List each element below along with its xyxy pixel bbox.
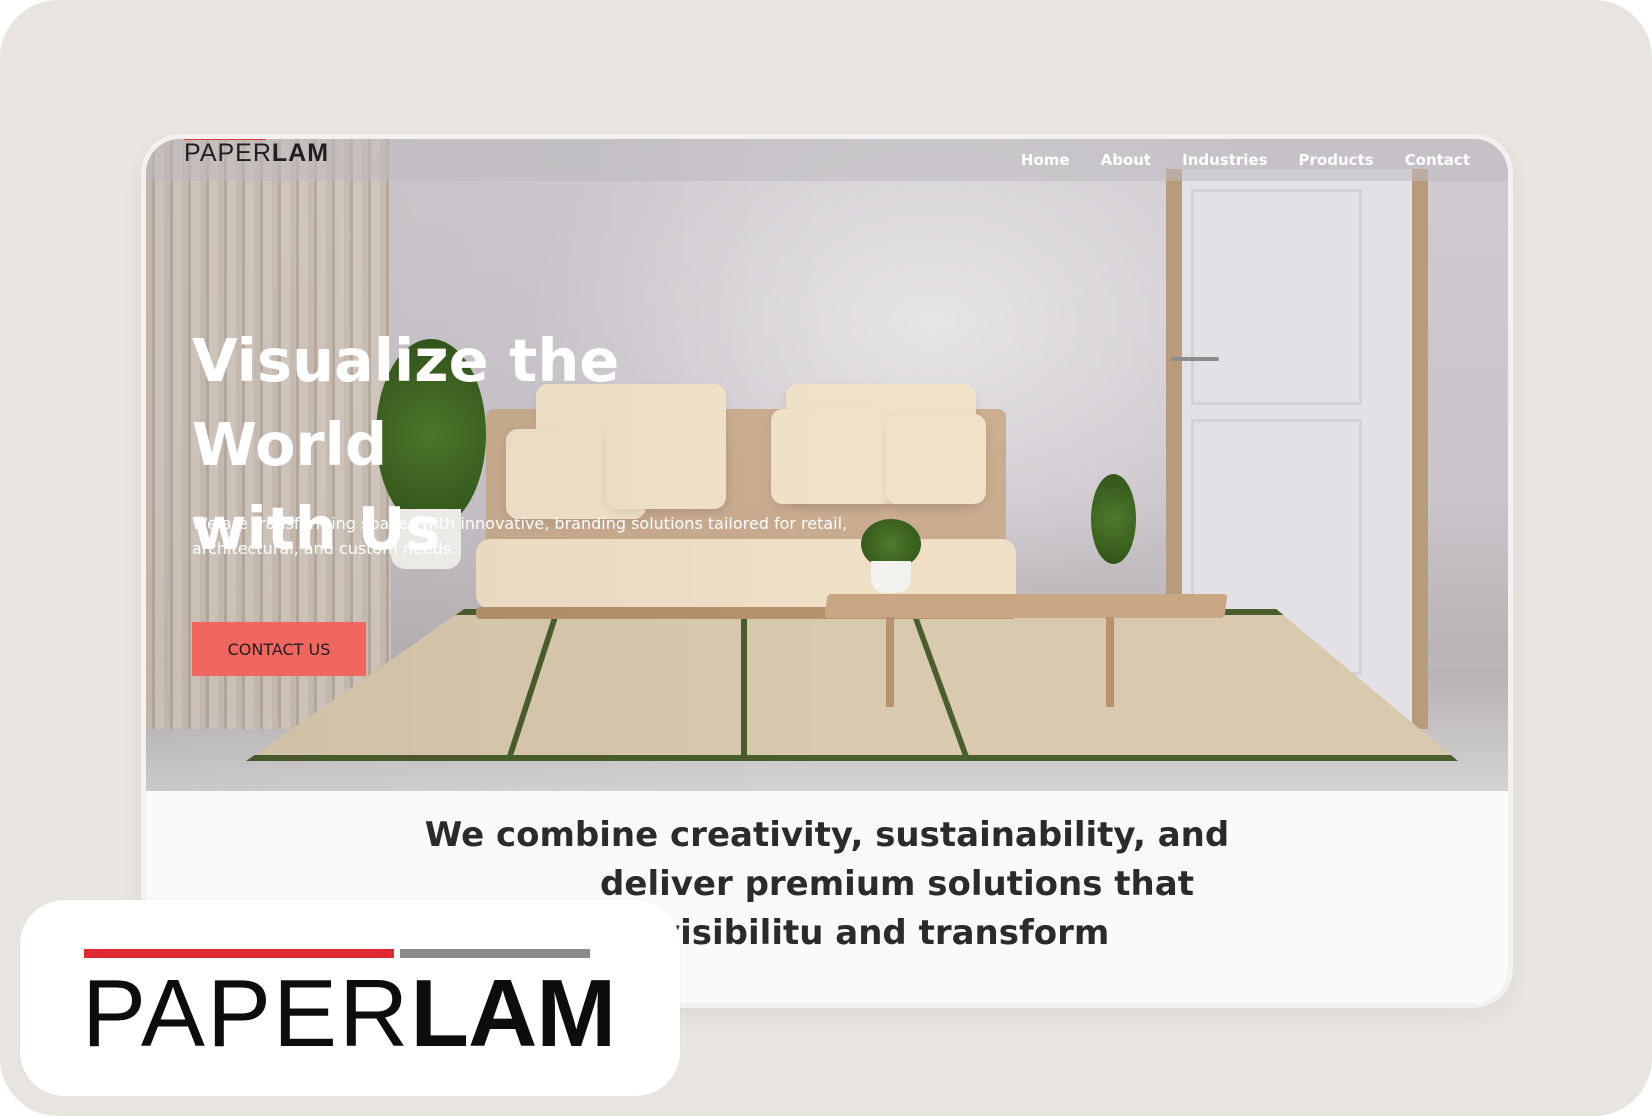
nav-about[interactable]: About bbox=[1101, 151, 1152, 169]
showcase-card: PAPERLAM Home About Industries Products … bbox=[0, 0, 1652, 1116]
hero-subtitle: We are transforming spaces with innovati… bbox=[192, 514, 848, 558]
top-nav: PAPERLAM Home About Industries Products … bbox=[146, 139, 1508, 181]
hero-section: PAPERLAM Home About Industries Products … bbox=[146, 139, 1508, 791]
paperlam-logo: PAPERLAM bbox=[82, 960, 616, 1067]
nav-products[interactable]: Products bbox=[1299, 151, 1374, 169]
nav-home[interactable]: Home bbox=[1021, 151, 1070, 169]
website-preview: PAPERLAM Home About Industries Products … bbox=[146, 139, 1508, 1003]
nav-links: Home About Industries Products Contact bbox=[1021, 151, 1470, 169]
coffee-table bbox=[824, 594, 1228, 618]
site-logo[interactable]: PAPERLAM bbox=[184, 139, 329, 167]
logo-badge: PAPERLAM bbox=[20, 900, 680, 1096]
nav-industries[interactable]: Industries bbox=[1182, 151, 1267, 169]
nav-contact[interactable]: Contact bbox=[1405, 151, 1470, 169]
contact-us-button[interactable]: CONTACT US bbox=[192, 622, 366, 676]
